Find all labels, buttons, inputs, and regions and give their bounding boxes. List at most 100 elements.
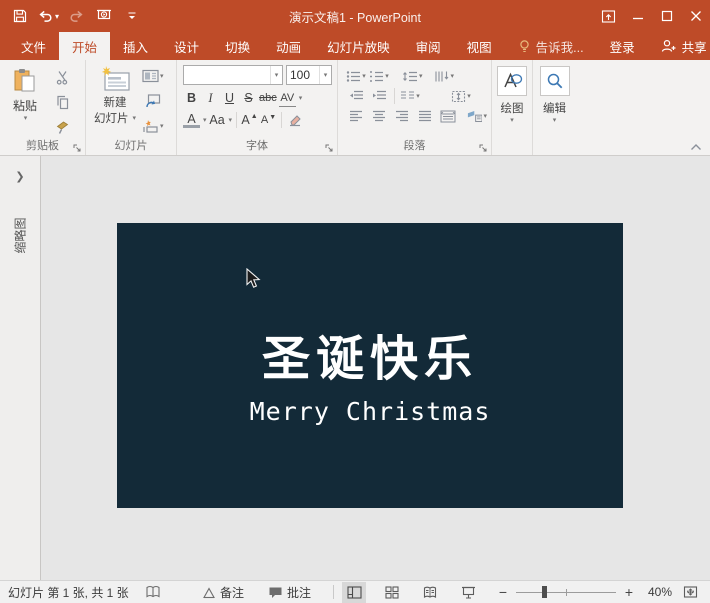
view-normal-button[interactable] <box>342 582 366 603</box>
font-name-input[interactable] <box>184 66 270 84</box>
change-case-button[interactable]: Aa <box>209 111 226 129</box>
slide-canvas[interactable]: 圣诞快乐 Merry Christmas <box>41 156 710 580</box>
tab-slideshow[interactable]: 幻灯片放映 <box>314 32 403 60</box>
tab-view[interactable]: 视图 <box>454 32 505 60</box>
columns-button[interactable]: ▾ <box>400 86 420 106</box>
align-center-button[interactable] <box>369 106 389 126</box>
ribbon-display-options-button[interactable] <box>594 0 623 32</box>
italic-button[interactable]: I <box>202 89 219 107</box>
cut-button[interactable] <box>52 67 72 87</box>
tab-animations[interactable]: 动画 <box>263 32 314 60</box>
reset-button[interactable] <box>142 91 164 111</box>
clear-formatting-button[interactable] <box>286 111 303 129</box>
convert-smartart-button[interactable]: ▾ <box>467 106 487 126</box>
font-size-dropdown-icon[interactable]: ▾ <box>319 66 331 84</box>
paste-dropdown-icon[interactable]: ▾ <box>13 114 38 122</box>
slide-title-chinese[interactable]: 圣诞快乐 <box>117 319 623 389</box>
tab-home[interactable]: 开始 <box>59 32 110 60</box>
comments-button[interactable]: 批注 <box>268 584 311 601</box>
view-slide-sorter-button[interactable] <box>380 582 404 603</box>
customize-qat-button[interactable] <box>120 3 144 29</box>
drawing-icon <box>501 71 523 91</box>
view-sorter-icon <box>385 586 399 599</box>
tab-file[interactable]: 文件 <box>8 32 59 60</box>
paste-button[interactable]: 粘贴 ▾ <box>12 67 38 122</box>
notes-button[interactable]: 备注 <box>202 584 244 601</box>
drawing-dropdown-icon[interactable]: ▾ <box>492 116 532 124</box>
shrink-font-button[interactable]: A▼ <box>260 111 277 129</box>
paragraph-dialog-launcher[interactable] <box>479 144 488 153</box>
font-size-input[interactable] <box>287 66 319 84</box>
collapse-ribbon-button[interactable] <box>690 143 702 151</box>
zoom-in-button[interactable]: + <box>622 584 636 600</box>
tab-transitions[interactable]: 切换 <box>212 32 263 60</box>
fit-to-window-button[interactable] <box>678 582 702 603</box>
clipboard-dialog-launcher[interactable] <box>73 144 82 153</box>
zoom-out-button[interactable]: − <box>496 584 510 600</box>
editing-icon <box>545 71 565 91</box>
font-dialog-launcher[interactable] <box>325 144 334 153</box>
dialog-launcher-icon <box>73 144 82 153</box>
view-normal-icon <box>347 586 362 599</box>
editing-button[interactable] <box>540 66 570 96</box>
text-shadow-button[interactable]: abc <box>259 89 277 107</box>
strikethrough-button[interactable]: S <box>240 89 257 107</box>
section-button[interactable]: ▾ <box>142 116 164 136</box>
line-spacing-icon <box>402 70 418 83</box>
tab-design[interactable]: 设计 <box>161 32 212 60</box>
copy-button[interactable] <box>52 92 72 112</box>
align-text-button[interactable]: ▾ <box>451 86 471 106</box>
font-name-dropdown-icon[interactable]: ▾ <box>270 66 282 84</box>
indent-decrease-button[interactable] <box>346 86 366 106</box>
expand-pane-icon[interactable]: ❯ <box>15 170 24 183</box>
align-left-icon <box>349 110 363 122</box>
indent-increase-button[interactable] <box>369 86 389 106</box>
undo-dropdown-icon[interactable]: ▾ <box>55 12 59 21</box>
close-button[interactable] <box>681 0 710 32</box>
view-reading-button[interactable] <box>418 582 442 603</box>
tab-insert[interactable]: 插入 <box>110 32 161 60</box>
change-case-dropdown-icon[interactable]: ▾ <box>229 116 233 124</box>
line-spacing-button[interactable]: ▾ <box>402 66 423 86</box>
format-painter-button[interactable] <box>52 117 72 137</box>
text-direction-button[interactable]: ▾ <box>434 66 455 86</box>
undo-button[interactable]: ▾ <box>36 3 60 29</box>
grow-font-button[interactable]: A▲ <box>241 111 258 129</box>
font-name-combo[interactable]: ▾ <box>183 65 283 85</box>
distribute-button[interactable] <box>438 106 458 126</box>
minimize-button[interactable] <box>623 0 652 32</box>
editing-dropdown-icon[interactable]: ▾ <box>533 116 576 124</box>
maximize-button[interactable] <box>652 0 681 32</box>
save-button[interactable] <box>8 3 32 29</box>
zoom-level[interactable]: 40% <box>636 585 672 599</box>
font-color-button[interactable]: A <box>183 112 200 128</box>
tab-review[interactable]: 审阅 <box>403 32 454 60</box>
spellcheck-button[interactable] <box>145 585 161 599</box>
zoom-slider[interactable] <box>516 585 616 599</box>
align-right-button[interactable] <box>392 106 412 126</box>
bullets-button[interactable]: ▾ <box>346 66 366 86</box>
thumbnail-pane-collapsed[interactable]: ❯ 缩略图 <box>0 156 41 580</box>
sign-in-button[interactable]: 登录 <box>597 32 648 60</box>
slide-1[interactable]: 圣诞快乐 Merry Christmas <box>117 223 623 508</box>
start-slideshow-button[interactable] <box>92 3 116 29</box>
bold-button[interactable]: B <box>183 89 200 107</box>
layout-button[interactable]: ▾ <box>142 66 164 86</box>
font-size-combo[interactable]: ▾ <box>286 65 332 85</box>
align-left-button[interactable] <box>346 106 366 126</box>
new-slide-button[interactable]: 新建 幻灯片▾ <box>94 66 136 126</box>
character-spacing-button[interactable]: AV <box>279 89 296 107</box>
numbering-button[interactable]: ▾ <box>369 66 389 86</box>
drawing-button[interactable] <box>497 66 527 96</box>
underline-button[interactable]: U <box>221 89 238 107</box>
view-slideshow-button[interactable] <box>456 582 480 603</box>
redo-button[interactable] <box>64 3 88 29</box>
slide-number-indicator[interactable]: 幻灯片 第 1 张, 共 1 张 <box>8 584 129 601</box>
font-color-dropdown-icon[interactable]: ▾ <box>203 116 207 124</box>
slide-title-english[interactable]: Merry Christmas <box>117 397 623 426</box>
tell-me-box[interactable]: 告诉我... <box>505 32 597 60</box>
justify-button[interactable] <box>415 106 435 126</box>
character-spacing-dropdown-icon[interactable]: ▾ <box>299 94 303 102</box>
share-button[interactable]: 共享 <box>648 32 710 60</box>
zoom-slider-handle[interactable] <box>542 586 547 598</box>
